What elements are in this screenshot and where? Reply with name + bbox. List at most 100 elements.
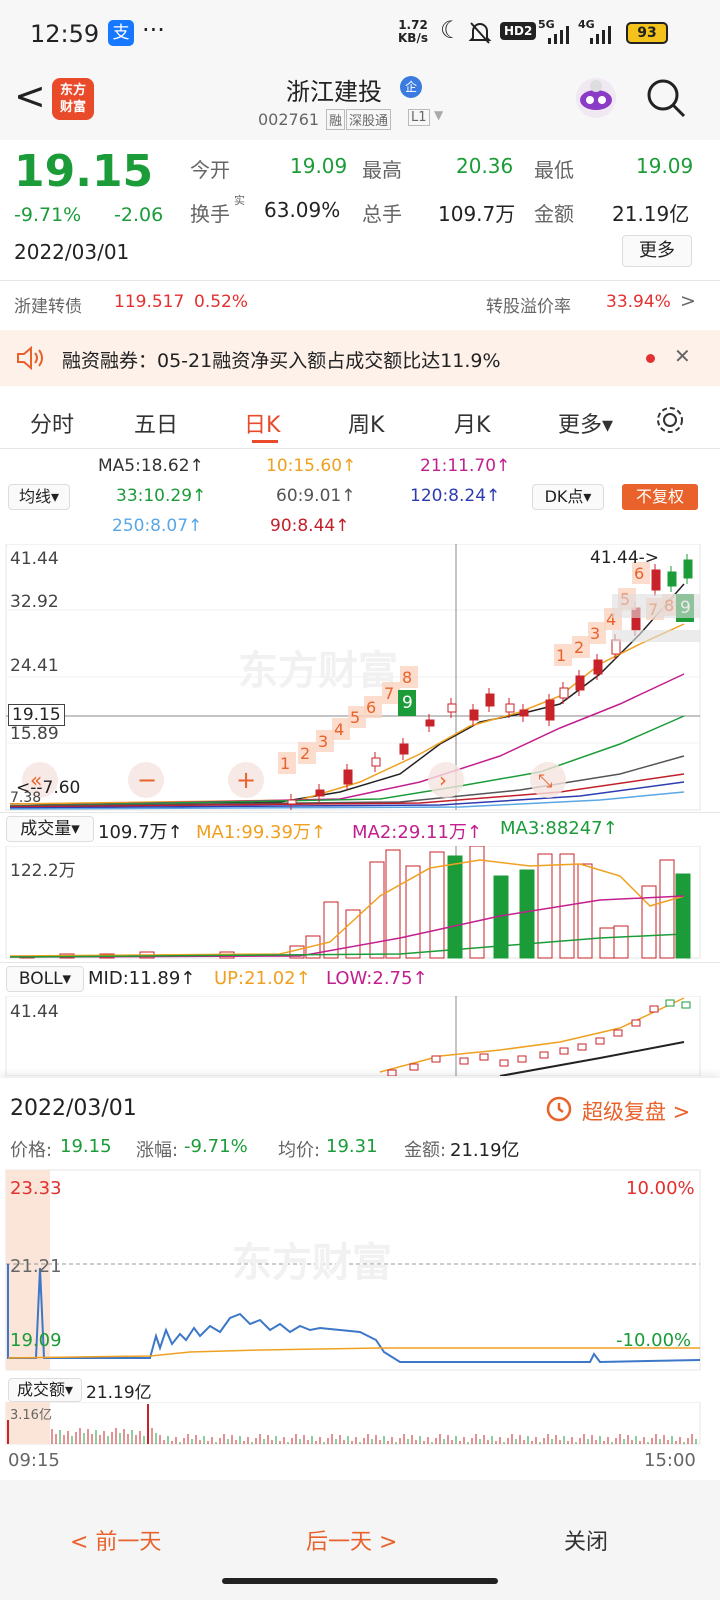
tab-underline <box>252 440 278 443</box>
kline-chart[interactable]: 东方财富 123456789123456789 « − + › ⤡ <box>0 544 720 812</box>
settings-gear-icon[interactable] <box>654 404 686 436</box>
candle-body <box>399 743 409 755</box>
boll-low: LOW:2.75↑ <box>326 968 428 989</box>
ma120-label: 120:8.24↑ <box>410 486 501 506</box>
boll-chart[interactable] <box>0 996 720 1076</box>
hd-badge: HD2 <box>500 22 537 40</box>
minus-icon[interactable]: − <box>137 766 157 794</box>
stock-title: 浙江建投 <box>286 78 382 106</box>
tab-intraday[interactable]: 分时 <box>30 407 74 439</box>
tab-weekly-k[interactable]: 周K <box>348 407 384 439</box>
ma-selector[interactable]: 均线▾ <box>8 484 70 510</box>
seq-number: 8 <box>402 668 412 687</box>
robot-assistant-icon[interactable] <box>572 74 620 122</box>
vol-ma2: MA2:29.11万↑ <box>352 822 482 843</box>
intraday-amount: 21.19亿 <box>86 1383 152 1403</box>
candle-body <box>593 659 603 675</box>
volume-bar <box>675 873 691 959</box>
candle-body <box>683 559 693 579</box>
seq-number-9: 9 <box>402 693 413 713</box>
premium-value: 33.94% <box>606 292 671 312</box>
candle-body <box>287 799 297 805</box>
quote-date: 2022/03/01 <box>14 240 130 264</box>
volume-bar <box>599 927 615 959</box>
bond-change: 0.52% <box>194 292 249 312</box>
boll-mid-line <box>499 1041 685 1076</box>
volume-selector[interactable]: 成交量▾ <box>6 816 94 842</box>
adjust-button[interactable]: 不复权 <box>622 484 698 510</box>
amount-value: 21.19亿 <box>612 202 690 226</box>
time-end: 15:00 <box>644 1450 696 1471</box>
volume-now: 109.7万↑ <box>98 822 183 843</box>
watermark-intraday: 东方财富 <box>232 1241 392 1285</box>
next-day-button[interactable]: 后一天 > <box>306 1524 397 1556</box>
plus-icon[interactable]: + <box>236 766 256 794</box>
search-icon[interactable] <box>644 76 688 120</box>
bond-name: 浙建转债 <box>14 297 82 317</box>
seq-number: 7 <box>384 684 394 703</box>
turnover-sup: 实 <box>234 194 245 207</box>
eastmoney-logo[interactable]: 东方 财富 <box>52 78 94 120</box>
prev-day-button[interactable]: < 前一天 <box>70 1524 161 1556</box>
intraday-chart[interactable]: 东方财富 <box>0 1168 720 1372</box>
back-button[interactable]: < <box>14 74 46 118</box>
more-dots-icon: ··· <box>142 16 165 44</box>
clock: 12:59 <box>30 20 100 48</box>
tab-monthly-k[interactable]: 月K <box>454 407 490 439</box>
margin-tag: 融 <box>326 109 346 130</box>
boll-candle <box>649 1005 659 1013</box>
boll-candle <box>479 1053 489 1061</box>
candle-body <box>651 569 661 591</box>
intraday-y-top: 23.33 <box>10 1178 62 1199</box>
candle-body <box>519 709 529 717</box>
dropdown-arrow-icon[interactable]: ▼ <box>434 108 443 122</box>
close-button[interactable]: 关闭 <box>564 1524 608 1556</box>
notice-close-button[interactable]: ✕ <box>674 344 691 368</box>
volume-bar <box>385 849 401 959</box>
open-value: 19.09 <box>290 154 348 178</box>
dk-point-selector[interactable]: DK点▾ <box>532 484 604 510</box>
more-quote-button[interactable]: 更多 <box>622 235 692 267</box>
signal-4g-icon <box>590 26 611 44</box>
boll-candle <box>431 1055 441 1063</box>
k-y-label-3: 24.41 <box>10 656 59 676</box>
candle-body <box>371 757 381 767</box>
speaker-icon <box>17 346 43 370</box>
detail-rise: -9.71% <box>184 1136 248 1157</box>
super-replay-link[interactable]: 超级复盘 > <box>582 1096 690 1126</box>
connect-tag: 深股通 <box>346 109 392 130</box>
turnover-value: 63.09% <box>264 198 341 222</box>
volume-bar <box>577 863 593 959</box>
bond-price: 119.517 <box>114 292 185 312</box>
boll-up-line <box>379 997 685 1073</box>
ma5-label: MA5:18.62↑ <box>98 456 204 476</box>
boll-candle <box>595 1037 605 1045</box>
boll-candle <box>631 1019 641 1027</box>
boll-candle <box>499 1059 509 1067</box>
tab-daily-k[interactable]: 日K <box>244 407 280 439</box>
replay-clock-icon[interactable] <box>544 1094 574 1124</box>
app-header: < 东方 财富 浙江建投 企 002761 融 深股通 L1 ▼ <box>0 68 720 140</box>
volume-chart[interactable] <box>0 846 720 960</box>
volume-label: 总手 <box>362 202 402 226</box>
battery-icon: 93 <box>626 22 668 44</box>
volume-value: 109.7万 <box>438 202 516 226</box>
crosshair-price: 19.15 <box>8 704 65 726</box>
ma90-label: 90:8.44↑ <box>270 516 350 536</box>
convertible-bond-row[interactable]: 浙建转债 119.517 0.52% 转股溢价率 33.94% > <box>0 280 720 326</box>
boll-candle <box>559 1047 569 1055</box>
expand-icon[interactable]: ⤡ <box>538 771 552 792</box>
detail-rise-label: 涨幅: <box>136 1140 179 1161</box>
tab-more[interactable]: 更多▾ <box>558 407 613 439</box>
seq-number: 4 <box>334 720 344 739</box>
tab-five-day[interactable]: 五日 <box>134 407 178 439</box>
candle-body <box>315 789 325 797</box>
boll-candle <box>665 999 675 1007</box>
chevron-right-icon[interactable]: › <box>439 768 447 792</box>
ma33-label: 33:10.29↑ <box>116 486 207 506</box>
boll-selector[interactable]: BOLL▾ <box>6 966 84 992</box>
notice-banner[interactable]: 融资融券：05-21融资净买入额占成交额比达11.9% ✕ <box>0 330 720 386</box>
up-seq-number: 3 <box>590 624 600 643</box>
ma10-label: 10:15.60↑ <box>266 456 357 476</box>
amount-selector[interactable]: 成交额▾ <box>8 1378 82 1402</box>
